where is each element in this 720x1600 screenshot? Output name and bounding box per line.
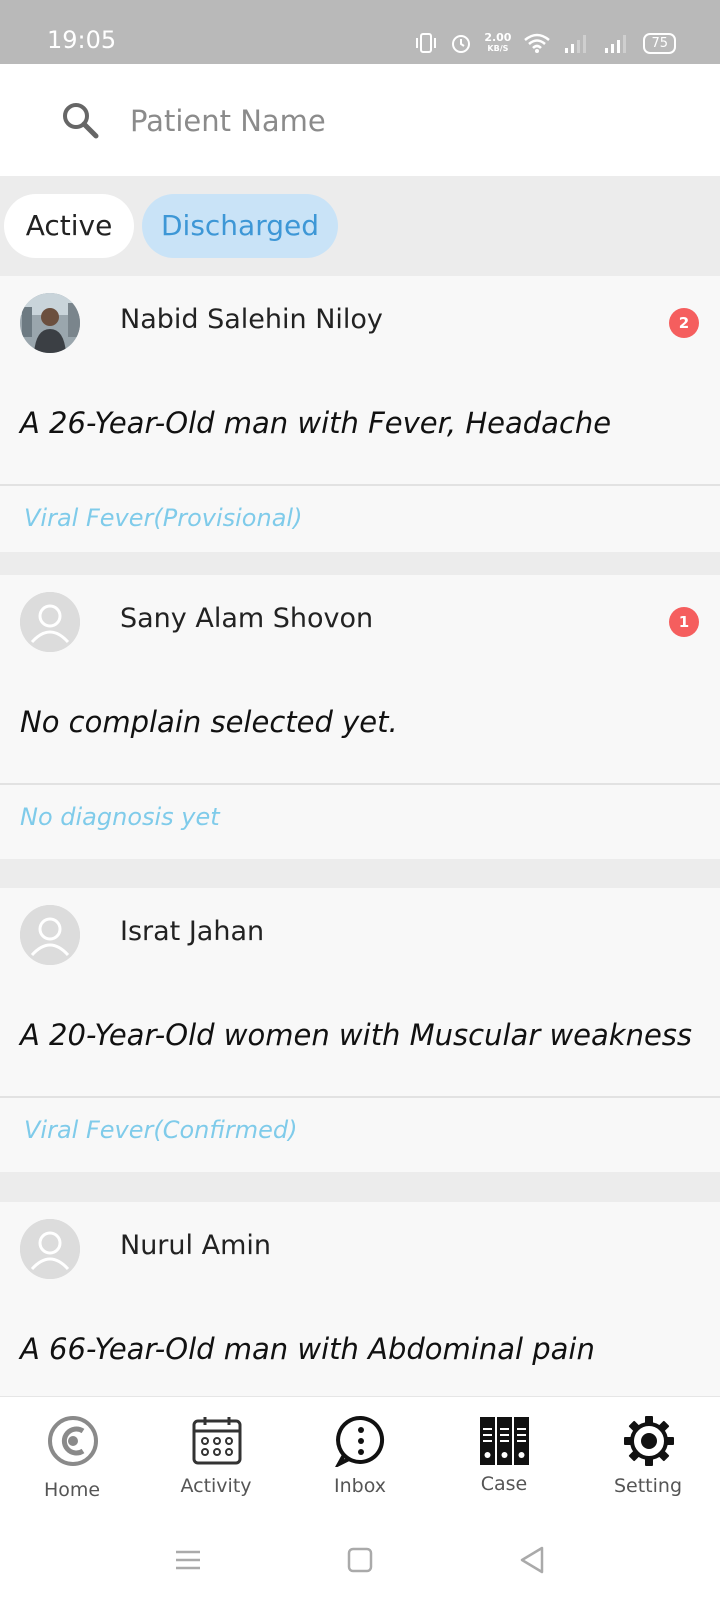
system-nav-bar (0, 1510, 720, 1600)
avatar-placeholder-icon (20, 905, 80, 965)
net-speed: 2.00 KB/S (484, 31, 512, 53)
bottom-nav: Home Activity Inbox Case Setting (0, 1396, 720, 1511)
patient-card[interactable]: Sany Alam Shovon 1 No complain selected … (0, 575, 720, 859)
patient-name: Nurul Amin (120, 1230, 271, 1261)
signal-icon-2 (603, 32, 631, 54)
nav-setting[interactable]: Setting (576, 1397, 720, 1511)
patient-card-header: Nurul Amin (0, 1202, 720, 1296)
nav-label: Home (43, 1479, 101, 1501)
status-icons: 2.00 KB/S 75 (414, 28, 676, 58)
wifi-icon (523, 32, 551, 54)
nav-label: Case (480, 1473, 528, 1495)
chat-bubble-icon (334, 1415, 387, 1469)
nav-label: Setting (613, 1475, 683, 1497)
battery-indicator: 75 (643, 32, 676, 54)
patient-card-header: Sany Alam Shovon 1 (0, 575, 720, 669)
divider (0, 484, 720, 486)
patient-card[interactable]: Nurul Amin A 66-Year-Old man with Abdomi… (0, 1202, 720, 1396)
back-triangle-icon[interactable] (512, 1540, 552, 1580)
search-icon[interactable] (60, 100, 100, 144)
diagnosis: No diagnosis yet (20, 803, 220, 831)
chief-complaint: A 26-Year-Old man with Fever, Headache (20, 406, 612, 440)
vibrate-icon (414, 32, 438, 54)
search-bar (0, 64, 720, 176)
patient-card[interactable]: Nabid Salehin Niloy 2 A 26-Year-Old man … (0, 276, 720, 552)
tab-discharged[interactable]: Discharged (142, 194, 338, 258)
nav-label: Activity (180, 1475, 252, 1497)
patient-card-header: Israt Jahan (0, 888, 720, 982)
signal-icon (563, 32, 591, 54)
chief-complaint: No complain selected yet. (20, 705, 398, 739)
divider (0, 1096, 720, 1098)
patient-name: Israt Jahan (120, 916, 265, 947)
diagnosis: Viral Fever(Confirmed) (24, 1116, 298, 1144)
gear-icon (623, 1415, 675, 1467)
search-input[interactable] (128, 92, 672, 150)
avatar (20, 293, 80, 353)
home-logo-icon (47, 1415, 99, 1467)
patient-name: Nabid Salehin Niloy (120, 304, 383, 335)
status-tabs: Active Discharged (0, 176, 720, 276)
calendar-icon (191, 1415, 243, 1467)
home-square-icon[interactable] (340, 1540, 380, 1580)
nav-label: Inbox (334, 1475, 386, 1497)
diagnosis: Viral Fever(Provisional) (24, 504, 303, 532)
patient-card-header: Nabid Salehin Niloy 2 (0, 276, 720, 370)
avatar-placeholder-icon (20, 1219, 80, 1279)
unread-badge: 2 (669, 308, 699, 338)
chief-complaint: A 20-Year-Old women with Muscular weakne… (20, 1018, 693, 1052)
unread-badge: 1 (669, 607, 699, 637)
menu-icon[interactable] (168, 1540, 208, 1580)
nav-home[interactable]: Home (0, 1397, 144, 1511)
chief-complaint: A 66-Year-Old man with Abdominal pain (20, 1332, 595, 1366)
status-time: 19:05 (47, 26, 117, 54)
avatar-placeholder-icon (20, 592, 80, 652)
nav-case[interactable]: Case (432, 1397, 576, 1511)
nav-inbox[interactable]: Inbox (288, 1397, 432, 1511)
nav-activity[interactable]: Activity (144, 1397, 288, 1511)
tab-active[interactable]: Active (4, 194, 134, 258)
divider (0, 783, 720, 785)
status-bar: 19:05 2.00 KB/S 75 (0, 0, 720, 64)
patient-card[interactable]: Israt Jahan A 20-Year-Old women with Mus… (0, 888, 720, 1172)
binders-icon (479, 1415, 531, 1467)
patient-name: Sany Alam Shovon (120, 603, 374, 634)
alarm-icon (450, 32, 472, 54)
